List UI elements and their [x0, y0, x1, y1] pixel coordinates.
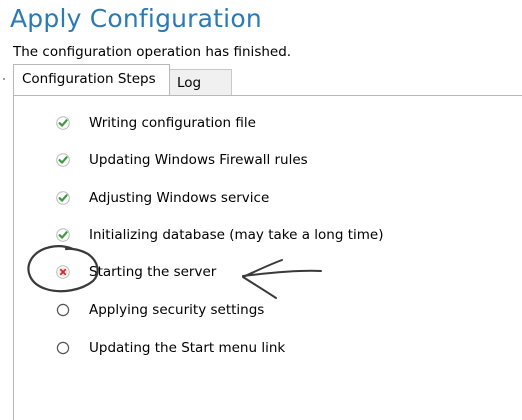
step-label: Starting the server [89, 264, 217, 280]
step-item: Updating Windows Firewall rules [56, 148, 308, 172]
apply-configuration-page: Apply Configuration The configuration op… [0, 0, 522, 420]
step-label: Writing configuration file [89, 115, 256, 131]
tab-log[interactable]: Log [170, 69, 232, 96]
step-item: Writing configuration file [56, 111, 256, 135]
check-icon [56, 191, 70, 205]
error-icon [56, 265, 70, 279]
step-item: Starting the server [56, 260, 216, 284]
tab-configuration-steps[interactable]: Configuration Steps [13, 64, 170, 95]
step-label: Applying security settings [89, 302, 265, 318]
tab-bar: Configuration Steps Log [13, 64, 522, 96]
step-item: Initializing database (may take a long t… [56, 223, 383, 247]
check-icon [56, 153, 70, 167]
step-item: Adjusting Windows service [56, 186, 269, 210]
step-label: Initializing database (may take a long t… [89, 227, 384, 243]
pending-circle-icon [56, 303, 70, 317]
pending-circle-icon [56, 341, 70, 355]
check-icon [56, 228, 70, 242]
step-label: Updating the Start menu link [89, 340, 286, 356]
configuration-steps-panel: Writing configuration file Updating Wind… [13, 95, 522, 420]
step-item: Updating the Start menu link [56, 336, 285, 360]
stray-dot [3, 78, 5, 80]
page-title: Apply Configuration [10, 4, 262, 33]
check-icon [56, 116, 70, 130]
step-label: Updating Windows Firewall rules [89, 152, 308, 168]
step-item: Applying security settings [56, 298, 264, 322]
status-message: The configuration operation has finished… [13, 44, 292, 60]
step-label: Adjusting Windows service [89, 190, 270, 206]
